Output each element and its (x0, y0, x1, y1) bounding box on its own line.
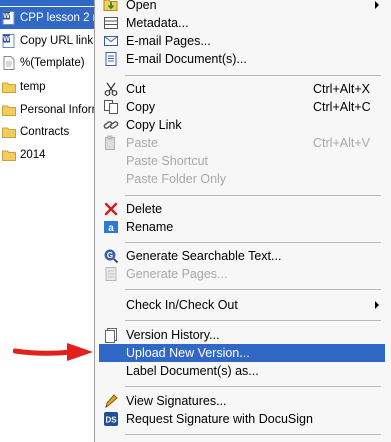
file-row-personal-information[interactable]: Personal Inform (0, 99, 100, 121)
file-row-copy-url[interactable]: W Copy URL link.d (0, 30, 100, 52)
svg-text:W: W (3, 36, 10, 43)
menu-separator (125, 434, 381, 435)
menu-item-metadata[interactable]: Metadata... (99, 14, 385, 32)
menu-item-email-pages[interactable]: E-mail Pages... (99, 32, 385, 50)
menu-item-copy-link[interactable]: Copy Link (99, 116, 385, 134)
menu-item-generate-searchable-text[interactable]: G Generate Searchable Text... (99, 247, 385, 265)
menu-item-open[interactable]: Open (99, 0, 385, 14)
scissors-icon (104, 82, 118, 96)
open-icon (103, 0, 118, 11)
menu-separator (125, 75, 381, 76)
menu-item-paste-shortcut[interactable]: Paste Shortcut (99, 152, 385, 170)
submenu-arrow-icon (375, 1, 379, 9)
file-row-partial[interactable] (0, 0, 100, 6)
file-label: temp (20, 81, 46, 93)
docusign-icon: DS (104, 412, 118, 426)
menu-item-label: Upload New Version... (126, 346, 250, 360)
shortcut-label: Ctrl+Alt+C (313, 100, 371, 114)
submenu-arrow-icon (375, 301, 379, 309)
file-row-temp[interactable]: temp (0, 76, 100, 98)
menu-item-label: Version History... (126, 328, 220, 342)
file-label: CPP lesson 2 nc (20, 12, 100, 24)
template-doc-icon (3, 56, 15, 70)
menu-item-rename[interactable]: a Rename (99, 218, 385, 236)
svg-text:G: G (107, 251, 113, 260)
menu-item-label: Rename (126, 220, 174, 234)
menu-item-upload-new-version[interactable]: Upload New Version... (99, 344, 385, 362)
signature-pen-icon (105, 394, 118, 409)
searchable-text-icon: G (104, 249, 119, 264)
menu-item-label: Paste (126, 136, 158, 150)
file-label: Personal Inform (20, 104, 100, 116)
menu-separator (125, 320, 381, 321)
menu-item-label: Cut (126, 82, 146, 96)
file-row-template[interactable]: %(Template) (0, 52, 100, 74)
menu-item-delete[interactable]: Delete (99, 200, 385, 218)
menu-item-label: Copy (126, 100, 156, 114)
menu-item-paste-folder-only[interactable]: Paste Folder Only (99, 170, 385, 188)
menu-item-label: Request Signature with DocuSign (126, 412, 313, 426)
file-row-2014[interactable]: 2014 (0, 144, 100, 166)
shortcut-label: Ctrl+Alt+V (313, 136, 370, 150)
menu-item-label-documents-as[interactable]: Label Document(s) as... (99, 362, 385, 380)
menu-separator (125, 386, 381, 387)
menu-item-label: Label Document(s) as... (126, 364, 259, 378)
svg-text:DS: DS (105, 416, 117, 425)
version-history-icon (105, 328, 117, 343)
menu-separator (125, 242, 381, 243)
menu-item-request-signature-docusign[interactable]: DS Request Signature with DocuSign (99, 410, 385, 428)
menu-item-label: E-mail Document(s)... (126, 52, 247, 66)
context-menu: Open Metadata... E-mail Pages... E-mail … (94, 0, 391, 442)
email-document-icon (105, 52, 117, 66)
folder-icon (2, 127, 16, 138)
word-doc-icon: W (2, 11, 15, 25)
menu-item-email-documents[interactable]: E-mail Document(s)... (99, 50, 385, 68)
svg-text:W: W (3, 13, 10, 20)
svg-text:a: a (108, 223, 114, 234)
file-list: W CPP lesson 2 nc W Copy URL link.d %(Te… (0, 0, 100, 438)
menu-item-view-signatures[interactable]: View Signatures... (99, 392, 385, 410)
rename-icon: a (104, 221, 118, 234)
folder-icon (2, 82, 16, 93)
copy-icon (104, 100, 118, 114)
word-doc-icon: W (2, 34, 15, 48)
menu-item-paste[interactable]: Paste Ctrl+Alt+V (99, 134, 385, 152)
link-icon (103, 121, 119, 129)
folder-icon (2, 105, 16, 116)
menu-separator (125, 289, 381, 290)
menu-item-label: Paste Folder Only (126, 172, 227, 186)
file-label: Copy URL link.d (20, 35, 100, 47)
delete-x-icon (104, 202, 118, 216)
menu-item-label: E-mail Pages... (126, 34, 211, 48)
menu-item-version-history[interactable]: Version History... (99, 326, 385, 344)
menu-item-generate-pages[interactable]: Generate Pages... (99, 265, 385, 283)
menu-item-label: Delete (126, 202, 163, 216)
menu-item-check-in-check-out[interactable]: Check In/Check Out (99, 296, 385, 314)
file-label: 2014 (20, 149, 46, 161)
red-arrow-annotation (13, 343, 93, 361)
file-label: Contracts (20, 126, 70, 138)
metadata-icon (104, 17, 118, 29)
menu-item-copy[interactable]: Copy Ctrl+Alt+C (99, 98, 385, 116)
menu-item-label: Metadata... (126, 16, 189, 30)
generate-pages-icon (105, 267, 117, 281)
menu-separator (125, 195, 381, 196)
menu-item-label: Paste Shortcut (126, 154, 208, 168)
menu-item-label: Generate Searchable Text... (126, 249, 282, 263)
shortcut-label: Ctrl+Alt+X (313, 82, 370, 96)
menu-item-label: Generate Pages... (126, 267, 228, 281)
menu-item-label: View Signatures... (126, 394, 227, 408)
menu-item-label: Copy Link (126, 118, 182, 132)
menu-item-cut[interactable]: Cut Ctrl+Alt+X (99, 80, 385, 98)
email-pages-icon (104, 36, 118, 46)
paste-icon (105, 135, 115, 150)
file-row-contracts[interactable]: Contracts (0, 121, 100, 143)
menu-item-label: Check In/Check Out (126, 298, 238, 312)
menu-item-label: Open (126, 0, 157, 12)
folder-icon (2, 150, 16, 161)
file-label: %(Template) (20, 57, 85, 69)
file-row-cpp-lesson[interactable]: W CPP lesson 2 nc (0, 7, 100, 29)
